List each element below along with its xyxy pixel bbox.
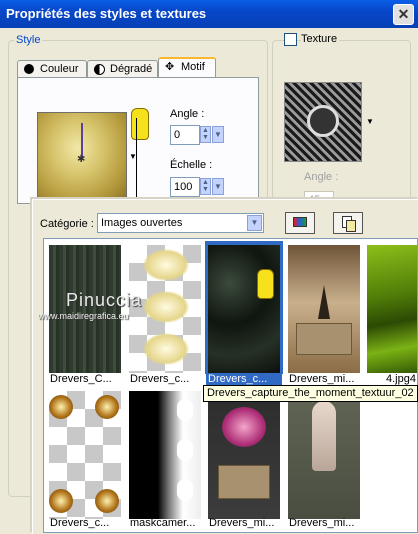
- gradient-icon: [94, 64, 105, 75]
- mask-notch-3: [177, 479, 193, 501]
- watermark: Pinuccia www.maidiregrafica.eu: [38, 290, 178, 321]
- angle-dropdown-icon[interactable]: ▼: [212, 126, 224, 143]
- category-select-value: Images ouvertes: [101, 217, 183, 229]
- copy-pattern-button[interactable]: [333, 212, 363, 234]
- center-marker-icon: ✱: [77, 154, 86, 165]
- preview-divider: [136, 118, 137, 202]
- style-group-legend: Style: [14, 34, 43, 46]
- texture-pattern-center: [307, 105, 339, 137]
- category-label: Catégorie :: [40, 218, 94, 230]
- close-button[interactable]: ✕: [393, 4, 414, 25]
- mask-notch-2: [177, 439, 193, 461]
- category-dropdown-icon[interactable]: ▼: [247, 215, 262, 231]
- scale-dropdown-icon[interactable]: ▼: [212, 178, 224, 195]
- flower-blob: [222, 407, 266, 447]
- category-select[interactable]: Images ouvertes ▼: [97, 213, 264, 233]
- brown-dot-2: [95, 395, 119, 419]
- brown-dot-3: [49, 489, 73, 513]
- tab-couleur-label: Couleur: [40, 63, 79, 75]
- thumbnail-4[interactable]: [288, 245, 360, 373]
- angle-indicator-line: [81, 123, 83, 158]
- palette-icon: [293, 217, 307, 227]
- tab-couleur[interactable]: Couleur: [17, 60, 87, 78]
- circle-icon: [24, 64, 34, 74]
- pattern-preview[interactable]: ✱: [37, 112, 127, 202]
- watermark-url: www.maidiregrafica.eu: [38, 311, 129, 321]
- card-overlay-2: [218, 465, 270, 499]
- tab-degrade[interactable]: Dégradé: [87, 60, 158, 78]
- thumbnail-7[interactable]: [129, 391, 201, 519]
- hand-cursor-icon: [131, 108, 149, 140]
- thumbnail-8-label: Drevers_mi...: [209, 517, 275, 529]
- thumbnail-8[interactable]: [208, 391, 280, 519]
- gold-blob-1: [143, 249, 189, 281]
- texture-checkbox[interactable]: [284, 33, 297, 46]
- thumbnail-2-label: Drevers_c...: [130, 373, 190, 385]
- texture-dropdown-icon[interactable]: ▼: [366, 117, 374, 126]
- hand-cursor-grid-icon: [257, 269, 274, 299]
- title-bar: Propriétés des styles et textures ✕: [0, 0, 418, 28]
- manage-categories-button[interactable]: [285, 212, 315, 234]
- close-icon: ✕: [397, 6, 410, 22]
- thumbnail-3-label: Drevers_c...: [206, 373, 282, 385]
- thumbnail-9-label: Drevers_mi...: [289, 517, 355, 529]
- tab-motif-label: Motif: [181, 61, 205, 73]
- gold-blob-3: [143, 333, 189, 365]
- thumbnail-1-label: Drevers_C...: [50, 373, 112, 385]
- scale-label: Échelle :: [170, 159, 213, 171]
- thumbnail-7-label: maskcamer...: [130, 517, 196, 529]
- angle-input[interactable]: 0: [170, 125, 200, 145]
- thumbnail-4-label: Drevers_mi...: [289, 373, 355, 385]
- thumbnail-5-label: 4.jpg4: [386, 373, 416, 385]
- tab-motif[interactable]: ✥ Motif: [158, 57, 216, 78]
- watermark-name: Pinuccia: [66, 290, 143, 310]
- window-title: Propriétés des styles et textures: [6, 6, 207, 21]
- brown-dot-4: [95, 489, 119, 513]
- thumbnail-6-label: Drevers_c...: [50, 517, 110, 529]
- thumbnail-5[interactable]: [367, 245, 417, 373]
- thumbnail-3[interactable]: [208, 245, 280, 373]
- tab-degrade-label: Dégradé: [110, 63, 153, 75]
- pattern-icon: ✥: [165, 61, 175, 73]
- thumbnail-6[interactable]: [49, 391, 121, 519]
- mask-notch-1: [177, 399, 193, 421]
- thumbnail-tooltip: Drevers_capture_the_moment_textuur_02: [203, 385, 418, 402]
- thumbnail-9[interactable]: [288, 391, 360, 519]
- eiffel-tower-icon: [318, 285, 330, 319]
- angle-spinner[interactable]: ▲ ▼: [200, 126, 211, 143]
- woman-figure: [312, 401, 336, 471]
- angle-label: Angle :: [170, 108, 205, 120]
- scale-input[interactable]: 100: [170, 177, 200, 197]
- card-overlay: [296, 323, 352, 355]
- texture-preview[interactable]: [284, 82, 362, 162]
- texture-angle-label: Angle :: [304, 171, 339, 183]
- texture-checkbox-label: Texture: [301, 33, 340, 45]
- copy-icon-back: [346, 220, 356, 232]
- scale-spinner[interactable]: ▲ ▼: [200, 178, 211, 195]
- brown-dot-1: [49, 395, 73, 419]
